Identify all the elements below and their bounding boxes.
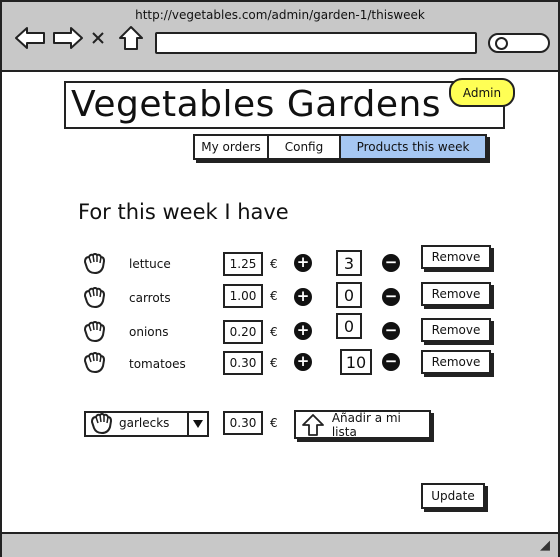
price-field[interactable]: 1.00 (223, 284, 263, 308)
remove-button[interactable]: Remove (421, 318, 491, 342)
product-name: onions (129, 325, 169, 339)
remove-button[interactable]: Remove (421, 245, 491, 269)
currency-symbol: € (270, 257, 278, 271)
quantity-value: 10 (340, 349, 372, 375)
price-field[interactable]: 1.25 (223, 252, 263, 276)
hand-icon (82, 287, 106, 309)
section-title: For this week I have (78, 200, 289, 224)
minus-icon[interactable]: − (382, 288, 400, 306)
currency-symbol: € (270, 289, 278, 303)
update-button[interactable]: Update (421, 483, 485, 509)
minus-icon[interactable]: − (382, 353, 400, 371)
back-arrow-icon[interactable] (14, 24, 46, 52)
url-text: http://vegetables.com/admin/garden-1/thi… (135, 8, 425, 22)
search-field[interactable] (488, 33, 550, 53)
currency-symbol: € (270, 356, 278, 370)
quantity-value: 0 (336, 282, 362, 308)
product-row: onions 0.20 € + 0 − Remove (2, 313, 558, 346)
remove-button[interactable]: Remove (421, 350, 491, 374)
hand-icon (82, 352, 106, 374)
search-icon (495, 37, 508, 50)
add-to-list-button[interactable]: Añadir a mi lista (294, 410, 431, 439)
tab-bar: My orders Config Products this week (193, 134, 487, 160)
title-box: Vegetables Gardens (64, 81, 505, 129)
tab-config[interactable]: Config (269, 136, 341, 158)
dropdown-arrow-icon[interactable] (187, 413, 207, 435)
quantity-value: 0 (336, 313, 362, 339)
add-to-list-label: Añadir a mi lista (331, 410, 401, 439)
tab-products-this-week[interactable]: Products this week (341, 136, 485, 158)
resize-grip-icon[interactable]: ◢ (540, 538, 550, 553)
minus-icon[interactable]: − (382, 254, 400, 272)
product-name: carrots (129, 291, 171, 305)
select-value: garlecks (119, 416, 170, 430)
home-icon[interactable] (117, 24, 145, 52)
product-name: lettuce (129, 257, 171, 271)
up-arrow-icon (302, 413, 326, 436)
hand-icon (82, 253, 106, 275)
product-row: lettuce 1.25 € + 3 − Remove (2, 245, 558, 278)
plus-icon[interactable]: + (294, 322, 312, 340)
browser-toolbar: http://vegetables.com/admin/garden-1/thi… (2, 2, 558, 72)
product-name: tomatoes (129, 357, 186, 371)
page-title: Vegetables Gardens (71, 84, 442, 125)
plus-icon[interactable]: + (294, 254, 312, 272)
tab-my-orders[interactable]: My orders (195, 136, 269, 158)
minus-icon[interactable]: − (382, 322, 400, 340)
hand-icon (82, 321, 106, 343)
remove-button[interactable]: Remove (421, 282, 491, 306)
close-icon[interactable] (88, 24, 108, 52)
currency-symbol: € (270, 416, 278, 430)
plus-icon[interactable]: + (294, 288, 312, 306)
browser-window: http://vegetables.com/admin/garden-1/thi… (0, 0, 560, 557)
admin-badge[interactable]: Admin (449, 78, 515, 107)
plus-icon[interactable]: + (294, 353, 312, 371)
address-bar[interactable] (155, 32, 477, 54)
new-price-field[interactable]: 0.30 (223, 411, 263, 435)
price-field[interactable]: 0.20 (223, 320, 263, 344)
forward-arrow-icon[interactable] (52, 24, 84, 52)
hand-icon (89, 413, 113, 435)
status-bar: ◢ (2, 532, 558, 557)
vegetable-select[interactable]: garlecks (84, 411, 209, 437)
price-field[interactable]: 0.30 (223, 351, 263, 375)
quantity-value: 3 (336, 250, 362, 276)
product-row: tomatoes 0.30 € + 10 − Remove (2, 348, 558, 378)
product-row: carrots 1.00 € + 0 − Remove (2, 282, 558, 312)
currency-symbol: € (270, 325, 278, 339)
